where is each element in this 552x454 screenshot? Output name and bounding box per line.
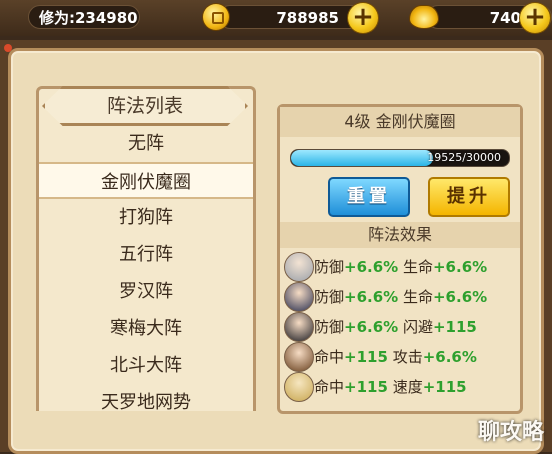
formation-effects-title: 阵法效果 xyxy=(280,222,520,248)
formation-progress-text: 19525/30000 xyxy=(427,151,501,164)
effect-text: 防御+6.6% 生命+6.6% xyxy=(314,282,487,312)
cultivation-power-display: 修为:234980 xyxy=(28,5,140,29)
cultivation-power-label: 修为:234980 xyxy=(39,9,138,27)
effect-row: 命中+115 速度+115 xyxy=(284,372,516,402)
formation-item-vajra[interactable]: 金刚伏魔圈 xyxy=(39,162,253,199)
add-coins-button[interactable]: + xyxy=(348,3,378,33)
stat-value: +6.6% xyxy=(344,288,399,306)
formation-list: 无阵 金刚伏魔圈 打狗阵 五行阵 罗汉阵 寒梅大阵 北斗大阵 天罗地网势 xyxy=(39,125,253,411)
stat-value: +115 xyxy=(432,318,477,336)
hero-avatar-icon xyxy=(284,312,314,342)
formation-level-title: 4级 金刚伏魔圈 xyxy=(280,107,520,137)
stat-name: 生命 xyxy=(402,288,433,306)
hero-avatar-icon xyxy=(284,252,314,282)
formation-progress-fill xyxy=(291,150,433,166)
stat-name: 防御 xyxy=(314,288,345,306)
effect-text: 防御+6.6% 闪避+115 xyxy=(314,312,477,342)
stat-value: +115 xyxy=(344,348,388,366)
formation-item-plum[interactable]: 寒梅大阵 xyxy=(39,310,253,347)
effect-text: 命中+115 速度+115 xyxy=(314,372,467,402)
hero-avatar-icon xyxy=(284,372,314,402)
stat-value: +115 xyxy=(344,378,388,396)
effect-row: 命中+115 攻击+6.6% xyxy=(284,342,516,372)
formation-list-title: 阵法列表 xyxy=(42,86,248,126)
formation-detail-panel: 4级 金刚伏魔圈 19525/30000 重置 提升 阵法效果 防御+6.6% … xyxy=(277,104,523,414)
stat-name: 攻击 xyxy=(392,348,423,366)
formation-item-heaven-net[interactable]: 天罗地网势 xyxy=(39,384,253,411)
watermark-logo: 聊攻略 xyxy=(477,420,544,445)
hero-avatar-icon xyxy=(284,342,314,372)
stat-value: +6.6% xyxy=(432,288,488,306)
copper-coin-icon xyxy=(203,4,229,30)
hero-avatar-icon xyxy=(284,282,314,312)
stat-value: +115 xyxy=(422,378,467,396)
effect-row: 防御+6.6% 闪避+115 xyxy=(284,312,516,342)
effect-row: 防御+6.6% 生命+6.6% xyxy=(284,252,516,282)
stat-value: +6.6% xyxy=(344,258,399,276)
gold-amount: 740 xyxy=(489,9,521,27)
upgrade-button[interactable]: 提升 xyxy=(428,177,510,217)
stat-value: +6.6% xyxy=(432,258,488,276)
stat-name: 速度 xyxy=(392,378,423,396)
formation-item-dog-beating[interactable]: 打狗阵 xyxy=(39,199,253,236)
coin-amount: 788985 xyxy=(276,9,339,27)
stat-value: +6.6% xyxy=(344,318,399,336)
effect-text: 防御+6.6% 生命+6.6% xyxy=(314,252,487,282)
formation-item-big-dipper[interactable]: 北斗大阵 xyxy=(39,347,253,384)
formation-list-panel[interactable]: 无阵 金刚伏魔圈 打狗阵 五行阵 罗汉阵 寒梅大阵 北斗大阵 天罗地网势 xyxy=(36,86,256,411)
stat-name: 生命 xyxy=(402,258,433,276)
formation-item-five-elements[interactable]: 五行阵 xyxy=(39,236,253,273)
corner-ornament-icon xyxy=(4,44,12,52)
stat-value: +6.6% xyxy=(422,348,477,366)
formation-item-none[interactable]: 无阵 xyxy=(39,125,253,162)
stat-name: 命中 xyxy=(314,348,345,366)
gold-ingot-icon xyxy=(410,6,438,28)
formation-item-arhat[interactable]: 罗汉阵 xyxy=(39,273,253,310)
add-gold-button[interactable]: + xyxy=(520,3,550,33)
top-resource-bar: 修为:234980 788985 + 740 + xyxy=(0,0,552,36)
effect-row: 防御+6.6% 生命+6.6% xyxy=(284,282,516,312)
formation-progress-bar: 19525/30000 xyxy=(290,149,510,167)
effect-text: 命中+115 攻击+6.6% xyxy=(314,342,477,372)
stat-name: 闪避 xyxy=(402,318,433,336)
stat-name: 防御 xyxy=(314,258,345,276)
reset-button[interactable]: 重置 xyxy=(328,177,410,217)
stat-name: 命中 xyxy=(314,378,345,396)
stat-name: 防御 xyxy=(314,318,345,336)
